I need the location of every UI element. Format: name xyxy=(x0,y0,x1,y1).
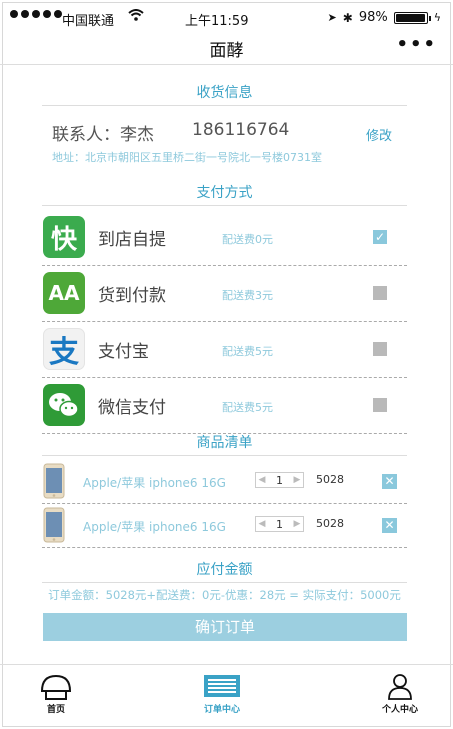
remove-item-icon[interactable]: ✕ xyxy=(382,474,397,489)
location-icon: ➤ xyxy=(327,11,337,24)
tab-label: 订单中心 xyxy=(203,705,240,715)
checkbox-icon[interactable] xyxy=(373,398,387,412)
page-title: 面酵 xyxy=(209,41,244,61)
kuai-icon: 快 xyxy=(43,216,85,258)
decrement-icon[interactable]: ◀ xyxy=(256,475,268,485)
payment-option-wechat[interactable]: 微信支付 配送费5元 xyxy=(42,378,407,434)
product-price: 5028 xyxy=(316,517,344,530)
wifi-icon xyxy=(128,9,144,25)
address-text: 地址：北京市朝阳区五里桥二街一号院北一号楼0731室 xyxy=(52,151,322,164)
receiver-heading: 收货信息 xyxy=(42,82,407,106)
battery-icon xyxy=(393,11,431,24)
aa-icon: AA xyxy=(43,272,85,314)
charging-icon: ϟ xyxy=(433,11,441,24)
remove-item-icon[interactable]: ✕ xyxy=(382,518,397,533)
cart-item: Apple/苹果 iphone6 16G ◀ 1 ▶ 5028 ✕ xyxy=(42,460,407,504)
status-bar: 中国联通 上午11:59 ➤ ✱ 98% ϟ xyxy=(0,0,453,36)
increment-icon[interactable]: ▶ xyxy=(291,475,303,485)
clock: 上午11:59 xyxy=(185,14,249,29)
product-price: 5028 xyxy=(316,473,344,486)
goods-heading: 商品清单 xyxy=(42,432,407,456)
quantity-value[interactable]: 1 xyxy=(268,474,291,487)
order-list-icon xyxy=(204,675,240,697)
user-icon xyxy=(388,674,412,700)
increment-icon[interactable]: ▶ xyxy=(291,519,303,529)
signal-icon xyxy=(10,10,62,18)
checkbox-icon[interactable] xyxy=(373,286,387,300)
order-summary: 订单金额：5028元+配送费：0元-优惠：28元 = 实际支付：5000元 xyxy=(48,588,401,602)
nav-bar: 面酵 ••• xyxy=(0,34,453,65)
delivery-fee: 配送费0元 xyxy=(222,233,273,246)
payment-option-label: 到店自提 xyxy=(98,230,166,250)
confirm-order-button[interactable]: 确订订单 xyxy=(43,613,407,641)
payment-option-label: 支付宝 xyxy=(98,342,149,362)
phone-thumbnail-icon xyxy=(43,507,65,543)
carrier-label: 中国联通 xyxy=(62,14,115,29)
bluetooth-icon: ✱ xyxy=(342,10,353,25)
checkbox-icon[interactable] xyxy=(373,342,387,356)
payment-option-label: 货到付款 xyxy=(98,286,166,306)
tab-label: 首页 xyxy=(46,705,65,715)
more-icon[interactable]: ••• xyxy=(396,34,437,55)
tab-label: 个人中心 xyxy=(381,705,418,715)
tab-bar: 首页 订单中心 个人中心 xyxy=(0,664,453,728)
quantity-value[interactable]: 1 xyxy=(268,518,291,531)
edit-address-link[interactable]: 修改 xyxy=(366,125,392,144)
delivery-fee: 配送费5元 xyxy=(222,345,273,358)
product-name[interactable]: Apple/苹果 iphone6 16G xyxy=(83,474,226,491)
phone-thumbnail-icon xyxy=(43,463,65,499)
checkbox-checked-icon[interactable]: ✓ xyxy=(373,230,387,244)
battery-percent: 98% xyxy=(358,10,388,25)
quantity-stepper[interactable]: ◀ 1 ▶ xyxy=(255,516,304,532)
product-name[interactable]: Apple/苹果 iphone6 16G xyxy=(83,518,226,535)
amount-heading: 应付金额 xyxy=(42,559,407,583)
payment-option-cod[interactable]: AA 货到付款 配送费3元 xyxy=(42,266,407,322)
delivery-fee: 配送费3元 xyxy=(222,289,273,302)
decrement-icon[interactable]: ◀ xyxy=(256,519,268,529)
payment-option-alipay[interactable]: 支 支付宝 配送费5元 xyxy=(42,322,407,378)
contact-phone: 186116764 xyxy=(192,120,290,140)
alipay-icon: 支 xyxy=(43,328,85,370)
quantity-stepper[interactable]: ◀ 1 ▶ xyxy=(255,472,304,488)
cart-item: Apple/苹果 iphone6 16G ◀ 1 ▶ 5028 ✕ xyxy=(42,504,407,548)
payment-option-label: 微信支付 xyxy=(98,398,166,418)
payment-option-pickup[interactable]: 快 到店自提 配送费0元 ✓ xyxy=(42,210,407,266)
contact-name: 联系人：李杰 xyxy=(52,125,154,145)
wechat-icon xyxy=(43,384,85,426)
home-icon xyxy=(40,674,72,700)
delivery-fee: 配送费5元 xyxy=(222,401,273,414)
payment-heading: 支付方式 xyxy=(42,182,407,206)
